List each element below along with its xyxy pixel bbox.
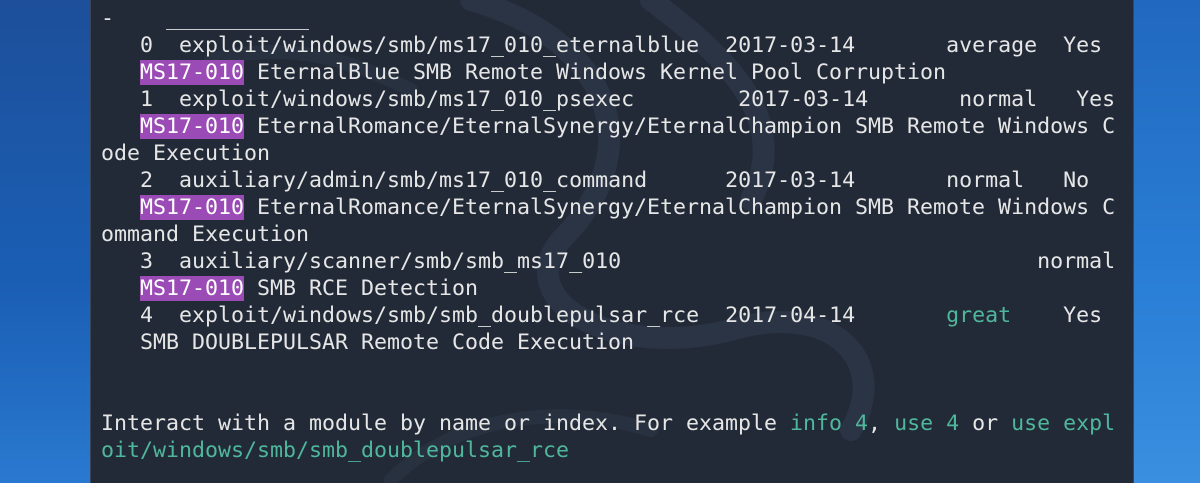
desktop-background-left: [0, 0, 90, 483]
search-highlight: MS17-010: [140, 60, 245, 85]
hint-command-use-index: use 4: [894, 411, 960, 436]
usage-hint: Interact with a module by name or index.…: [101, 411, 1116, 436]
module-description-wrap: ommand Execution: [101, 222, 310, 247]
module-row: 0 exploit/windows/smb/ms17_010_eternalbl…: [140, 33, 1103, 58]
hint-command-use-name-wrap: oit/windows/smb/smb_doublepulsar_rce: [101, 438, 570, 463]
module-description: MS17-010 EternalRomance/EternalSynergy/E…: [140, 195, 1116, 220]
module-row: 4 exploit/windows/smb/smb_doublepulsar_r…: [140, 303, 1103, 328]
module-description-wrap: ode Execution: [101, 141, 271, 166]
module-description: SMB DOUBLEPULSAR Remote Code Execution: [140, 330, 635, 355]
usage-hint-wrap: oit/windows/smb/smb_doublepulsar_rce: [101, 437, 569, 464]
module-row: 1 exploit/windows/smb/ms17_010_psexec 20…: [140, 87, 1116, 112]
hint-command-info: info 4: [790, 411, 869, 436]
module-row: 3 auxiliary/scanner/smb/smb_ms17_010 nor…: [140, 249, 1116, 274]
module-description: MS17-010 EternalRomance/EternalSynergy/E…: [140, 114, 1116, 139]
desktop-background-right: [1132, 0, 1200, 483]
table-header-rule: - ___________: [101, 6, 310, 31]
search-highlight: MS17-010: [140, 276, 245, 301]
module-row: 2 auxiliary/admin/smb/ms17_010_command 2…: [140, 168, 1090, 193]
hint-command-use-name: use expl: [1011, 411, 1116, 436]
search-highlight: MS17-010: [140, 195, 245, 220]
module-description: MS17-010 SMB RCE Detection: [140, 276, 479, 301]
terminal-window[interactable]: - ___________ 0 exploit/windows/smb/ms17…: [90, 0, 1134, 483]
rank-great: great: [946, 303, 1012, 328]
module-description: MS17-010 EternalBlue SMB Remote Windows …: [140, 60, 947, 85]
search-highlight: MS17-010: [140, 114, 245, 139]
